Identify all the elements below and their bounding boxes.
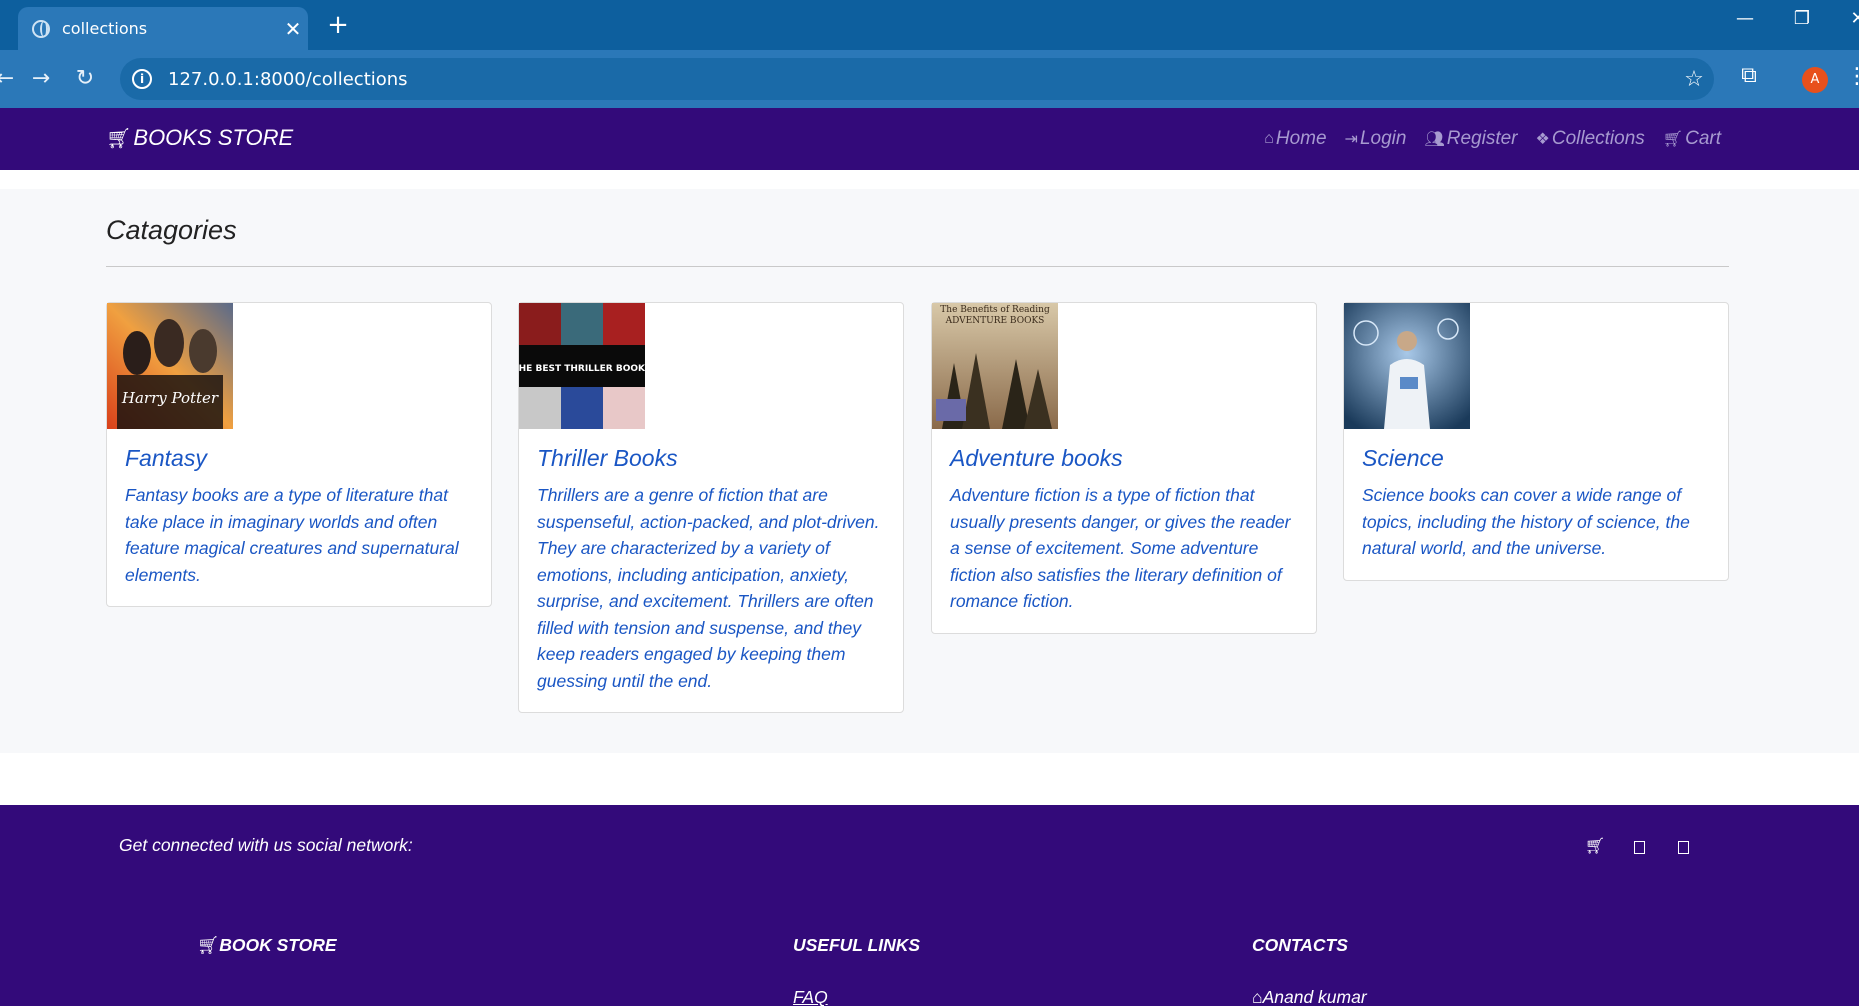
back-icon[interactable]: ← [0, 63, 22, 97]
category-card-fantasy: Harry Potter Fantasy Fantasy books are a… [106, 302, 492, 607]
cart-icon: 🛒︎ [106, 127, 132, 150]
category-card-adventure: The Benefits of Reading ADVENTURE BOOKS … [931, 302, 1317, 634]
sign-in-icon: ⇥ [1344, 131, 1358, 148]
tab-title: collections [62, 19, 148, 38]
card-text-science: Science books can cover a wide range of … [1362, 485, 1690, 558]
page-title: Catagories [106, 215, 237, 245]
forward-icon[interactable]: → [24, 63, 58, 97]
browser-tab[interactable]: collections ✕ [18, 7, 308, 50]
nav-cart[interactable]: 🛒︎ Cart [1663, 128, 1721, 150]
categories-section: Catagories Harry Potter Fantasy Fantasy … [0, 189, 1859, 753]
nav-register-label: Register [1446, 128, 1518, 149]
site-info-icon[interactable]: i [132, 69, 152, 89]
browser-menu-icon[interactable]: ⋮ [1846, 64, 1859, 89]
address-bar[interactable]: i 127.0.0.1:8000/collections ☆ [120, 58, 1714, 100]
cart-icon: 🛒︎ [1662, 131, 1684, 148]
contact-name-text: Anand kumar [1262, 987, 1367, 1006]
card-title-thriller[interactable]: Thriller Books [537, 445, 885, 472]
adventure-cover-image[interactable]: The Benefits of Reading ADVENTURE BOOKS [932, 303, 1058, 429]
contacts-heading: CONTACTS [1252, 935, 1348, 955]
brand-text: BOOKS STORE [133, 125, 294, 150]
cart-icon: 🛒︎ [197, 935, 220, 955]
category-card-science: Science Science books can cover a wide r… [1343, 302, 1729, 581]
new-tab-button[interactable]: + [322, 10, 354, 42]
nav-login[interactable]: ⇥ Login [1345, 128, 1407, 150]
card-title-fantasy[interactable]: Fantasy [125, 445, 473, 472]
users-icon: 👥︎ [1424, 131, 1445, 148]
divider [106, 266, 1729, 267]
cubes-icon: ❖ [1535, 131, 1550, 148]
brand-link[interactable]: 🛒︎ BOOKS STORE [106, 125, 293, 151]
card-text-adventure: Adventure fiction is a type of fiction t… [950, 485, 1291, 611]
useful-links-heading: USEFUL LINKS [793, 935, 921, 955]
nav-links: ⌂ Home ⇥ Login 👥︎ Register ❖ Collections… [1264, 128, 1721, 150]
nav-home[interactable]: ⌂ Home [1264, 128, 1326, 150]
home-icon: ⌂ [1252, 987, 1263, 1006]
reload-icon[interactable]: ↻ [68, 63, 102, 97]
globe-icon [32, 19, 50, 38]
card-title-adventure[interactable]: Adventure books [950, 445, 1298, 472]
contact-name: ⌂ Anand kumar [1252, 987, 1367, 1006]
nav-cart-label: Cart [1685, 128, 1721, 149]
social-icon-3[interactable] [1671, 836, 1695, 860]
browser-toolbar: ← → ↻ i 127.0.0.1:8000/collections ☆ [0, 50, 1859, 108]
science-cover-image[interactable] [1344, 303, 1470, 429]
restore-icon[interactable]: ❐ [1782, 8, 1822, 29]
faq-link[interactable]: FAQ [793, 987, 828, 1006]
nav-register[interactable]: 👥︎ Register [1424, 128, 1517, 150]
footer-brand-heading: 🛒︎ BOOK STORE [197, 935, 337, 956]
url-text[interactable]: 127.0.0.1:8000/collections [168, 69, 1674, 90]
extensions-icon[interactable]: ⧉ [1732, 63, 1766, 97]
card-text-fantasy: Fantasy books are a type of literature t… [125, 485, 459, 585]
category-card-thriller: THE BEST THRILLER BOOKS Thriller Books T… [518, 302, 904, 713]
minimize-icon[interactable]: — [1725, 8, 1765, 29]
tab-close-icon[interactable]: ✕ [278, 17, 308, 41]
card-text-thriller: Thrillers are a genre of fiction that ar… [537, 485, 880, 691]
nav-login-label: Login [1359, 128, 1407, 149]
bookmark-star-icon[interactable]: ☆ [1674, 67, 1714, 92]
social-icon-2[interactable] [1627, 836, 1651, 860]
nav-home-label: Home [1275, 128, 1327, 149]
thriller-cover-text: THE BEST THRILLER BOOKS [519, 364, 645, 374]
profile-avatar[interactable]: A [1802, 67, 1828, 93]
thriller-cover-image[interactable]: THE BEST THRILLER BOOKS [519, 303, 645, 429]
nav-collections-label: Collections [1551, 128, 1645, 149]
fantasy-cover-text: Harry Potter [121, 389, 219, 407]
home-icon: ⌂ [1264, 130, 1274, 147]
fantasy-cover-image[interactable]: Harry Potter [107, 303, 233, 429]
nav-collections[interactable]: ❖ Collections [1536, 128, 1645, 150]
site-footer: Get connected with us social network: 🛒︎… [0, 805, 1859, 1006]
footer-brand-text: BOOK STORE [219, 935, 337, 955]
browser-tabstrip: collections ✕ + — ❐ ✕ [0, 0, 1859, 50]
social-text: Get connected with us social network: [119, 835, 413, 855]
window-close-icon[interactable]: ✕ [1838, 8, 1859, 29]
adventure-cover-text: The Benefits of Reading ADVENTURE BOOKS [940, 305, 1050, 326]
card-title-science[interactable]: Science [1362, 445, 1710, 472]
cart-social-icon[interactable]: 🛒︎ [1583, 836, 1607, 860]
site-navbar: 🛒︎ BOOKS STORE ⌂ Home ⇥ Login 👥︎ Registe… [0, 108, 1859, 170]
